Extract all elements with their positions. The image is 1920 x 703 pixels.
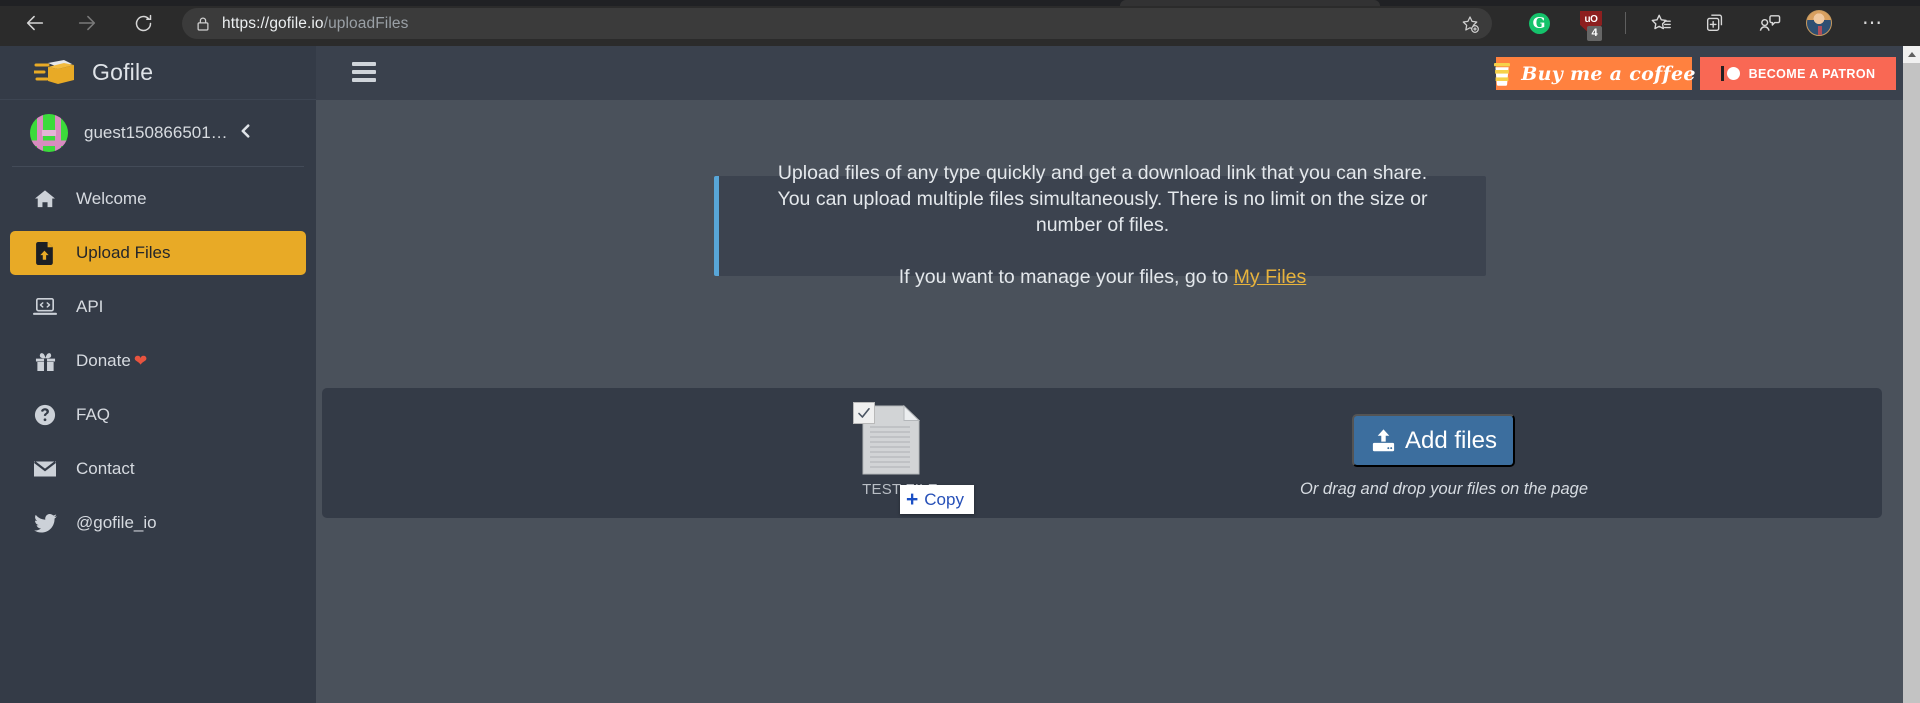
drag-ghost: TEST FILE + Copy: [840, 402, 974, 514]
collections-icon[interactable]: [1700, 8, 1730, 38]
sidebar-label-api: API: [76, 297, 104, 316]
main-content: Upload files of any type quickly and get…: [316, 100, 1886, 703]
brand-name: Gofile: [92, 59, 154, 85]
my-files-link[interactable]: My Files: [1234, 266, 1307, 288]
sidebar-item-welcome[interactable]: Welcome: [10, 177, 306, 221]
buy-me-a-coffee-button[interactable]: Buy me a coffee: [1494, 57, 1695, 90]
sidebar-item-contact[interactable]: Contact: [10, 447, 306, 491]
hamburger-menu-icon[interactable]: [352, 62, 376, 82]
sidebar-item-donate[interactable]: Donate ❤: [10, 339, 306, 383]
url-scheme-host: https://: [222, 14, 270, 32]
drag-and-drop-hint: Or drag and drop your files on the page: [1300, 480, 1589, 498]
user-name: guest150866501…: [84, 123, 228, 142]
sidebar-item-faq[interactable]: FAQ: [10, 393, 306, 437]
toolbar-divider: [1625, 12, 1626, 34]
sidebar-item-upload-files[interactable]: Upload Files: [10, 231, 306, 275]
sidebar-label-twitter: @gofile_io: [76, 513, 157, 532]
become-a-patron-label: BECOME A PATRON: [1748, 66, 1876, 81]
heart-icon: ❤: [133, 353, 148, 370]
add-files-button[interactable]: Add files: [1352, 414, 1515, 467]
checkmark-icon: [853, 402, 875, 424]
coffee-cup-icon: [1492, 62, 1512, 86]
ublock-blocked-count-badge: 4: [1587, 26, 1602, 41]
reload-icon: [133, 13, 154, 34]
settings-and-more-icon[interactable]: ⋯: [1858, 8, 1888, 38]
chevron-left-icon[interactable]: [238, 122, 253, 145]
page-viewport: Gofile guest150866501… Welcome Upload Fi: [0, 46, 1903, 703]
file-upload-icon: [32, 241, 58, 265]
back-button[interactable]: [20, 8, 50, 38]
url-host: gofile.io: [269, 14, 324, 32]
browser-chrome: https://gofile.io/uploadFiles G uO 4 ⋯: [0, 0, 1920, 46]
ublock-letter: uO: [1584, 14, 1598, 25]
gofile-folder-logo: [32, 57, 78, 89]
buy-me-a-coffee-label: Buy me a coffee: [1521, 62, 1696, 85]
forward-arrow-icon: [76, 12, 98, 34]
sidebar-nav: Welcome Upload Files API Donate ❤ FAQ Co…: [0, 177, 316, 545]
favorites-icon[interactable]: [1646, 8, 1676, 38]
laptop-code-icon: [32, 295, 58, 319]
grammarly-letter: G: [1528, 12, 1550, 34]
avatar-image: [1806, 10, 1832, 36]
drag-copy-label: Copy: [924, 489, 964, 509]
drag-copy-tooltip: + Copy: [900, 485, 974, 514]
plus-icon: +: [906, 488, 919, 511]
user-row[interactable]: guest150866501…: [0, 100, 316, 166]
sidebar-label-contact: Contact: [76, 459, 135, 478]
grammarly-extension-icon[interactable]: G: [1524, 8, 1554, 38]
home-icon: [32, 187, 58, 211]
sidebar-divider: [12, 166, 304, 167]
url-text: https://gofile.io/uploadFiles: [222, 15, 408, 33]
back-arrow-icon: [24, 12, 46, 34]
user-identicon-avatar: [30, 114, 68, 152]
sidebar-label-upload-files: Upload Files: [76, 243, 171, 262]
upload-dropzone-card[interactable]: Add files Or drag and drop your files on…: [322, 388, 1882, 518]
reload-button[interactable]: [128, 8, 158, 38]
profile-avatar[interactable]: [1804, 8, 1834, 38]
info-line-3: If you want to manage your files, go to …: [899, 265, 1307, 291]
sidebar: Gofile guest150866501… Welcome Upload Fi: [0, 46, 316, 703]
info-line-2: You can upload multiple files simultaneo…: [777, 188, 1428, 236]
sidebar-label-faq: FAQ: [76, 405, 111, 424]
add-files-label: Add files: [1404, 426, 1498, 454]
patreon-icon: [1720, 66, 1740, 81]
forward-button[interactable]: [72, 8, 102, 38]
address-bar[interactable]: https://gofile.io/uploadFiles: [182, 8, 1492, 39]
hamburger-bar: [352, 78, 376, 82]
file-upload-icon: [1370, 428, 1397, 454]
page-scrollbar[interactable]: [1903, 46, 1920, 703]
url-path: /uploadFiles: [323, 14, 409, 32]
twitter-icon: [32, 511, 58, 535]
gift-icon: [32, 349, 58, 373]
hamburger-bar: [352, 62, 376, 66]
scroll-up-arrow-icon[interactable]: [1903, 46, 1920, 63]
become-a-patron-button[interactable]: BECOME A PATRON: [1700, 57, 1896, 90]
bookmark-star-icon[interactable]: [1460, 14, 1480, 34]
info-banner: Upload files of any type quickly and get…: [714, 162, 1486, 288]
browser-tab[interactable]: [1120, 0, 1380, 6]
upload-inner: [322, 388, 1882, 518]
sidebar-item-api[interactable]: API: [10, 285, 306, 329]
sidebar-item-twitter[interactable]: @gofile_io: [10, 501, 306, 545]
info-line-1: Upload files of any type quickly and get…: [777, 162, 1428, 185]
browser-essentials-icon[interactable]: [1754, 8, 1784, 38]
tab-strip: [0, 0, 1920, 6]
ellipsis-glyph: ⋯: [1862, 12, 1884, 34]
top-bar: Buy me a coffee BECOME A PATRON: [316, 46, 1903, 100]
info-line-3-prefix: If you want to manage your files, go to: [898, 265, 1234, 288]
sidebar-label-donate: Donate: [76, 351, 131, 370]
brand-header[interactable]: Gofile: [0, 46, 316, 100]
envelope-icon: [32, 457, 58, 481]
sidebar-label-welcome: Welcome: [76, 189, 147, 208]
question-circle-icon: [32, 403, 58, 427]
lock-icon: [194, 15, 212, 33]
hamburger-bar: [352, 70, 376, 74]
